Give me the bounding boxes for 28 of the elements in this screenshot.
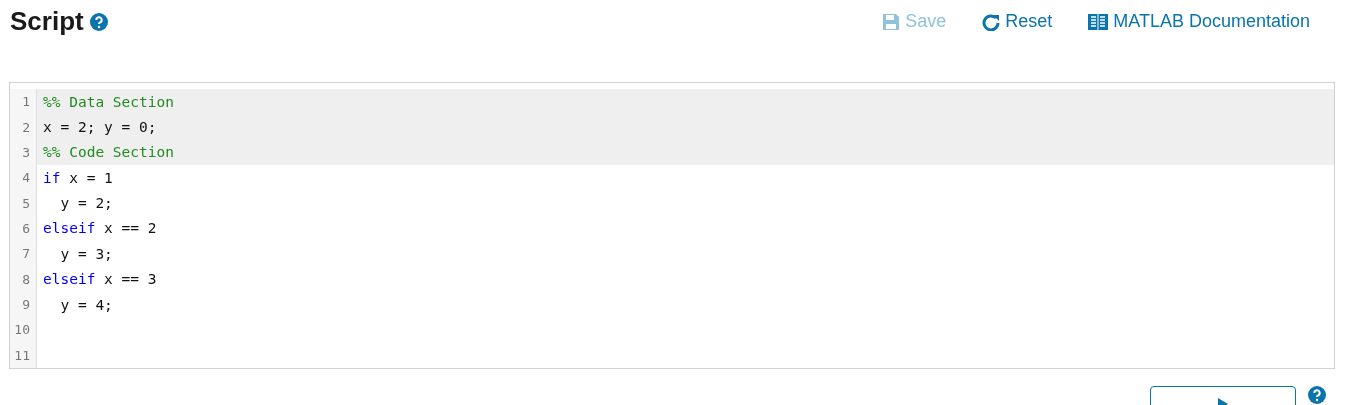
refresh-icon xyxy=(982,12,1001,31)
code-text: %% Code Section xyxy=(42,144,174,161)
code-text: x = 2; y = 0; xyxy=(42,119,157,136)
docs-button[interactable]: MATLAB Documentation xyxy=(1088,11,1310,32)
code-text: if x = 1 xyxy=(42,169,113,186)
help-icon[interactable] xyxy=(89,12,108,31)
line-number: 2 xyxy=(10,114,37,140)
code-text: elseif x == 2 xyxy=(42,220,157,237)
line-number: 10 xyxy=(10,317,37,343)
line-number: 7 xyxy=(10,241,37,267)
line-number: 4 xyxy=(10,165,37,191)
code-text: y = 4; xyxy=(59,296,113,313)
line-number: 5 xyxy=(10,190,37,216)
line-number: 6 xyxy=(10,215,37,242)
book-icon xyxy=(1088,13,1109,30)
page-title: Script xyxy=(10,6,84,37)
help-icon[interactable] xyxy=(1308,386,1326,404)
line-number: 3 xyxy=(10,139,37,166)
line-number: 1 xyxy=(10,89,37,115)
reset-button[interactable]: Reset xyxy=(982,11,1053,32)
code-editor[interactable]: 1 %% Data Section 2 x = 2; y = 0; 3 %% Code Section 4 if x = 1 5 y = 2; 6 elseif x == 2 7 y = 3; 8 elseif x == 3 9 y = 4; 10 11 xyxy=(9,82,1335,369)
code-text: elseif x == 3 xyxy=(42,271,157,288)
code-text: y = 3; xyxy=(59,245,113,262)
code-text: y = 2; xyxy=(59,195,113,212)
line-number: 11 xyxy=(10,342,37,368)
line-number: 9 xyxy=(10,291,37,318)
line-number: 8 xyxy=(10,266,37,292)
code-text: %% Data Section xyxy=(42,93,174,110)
